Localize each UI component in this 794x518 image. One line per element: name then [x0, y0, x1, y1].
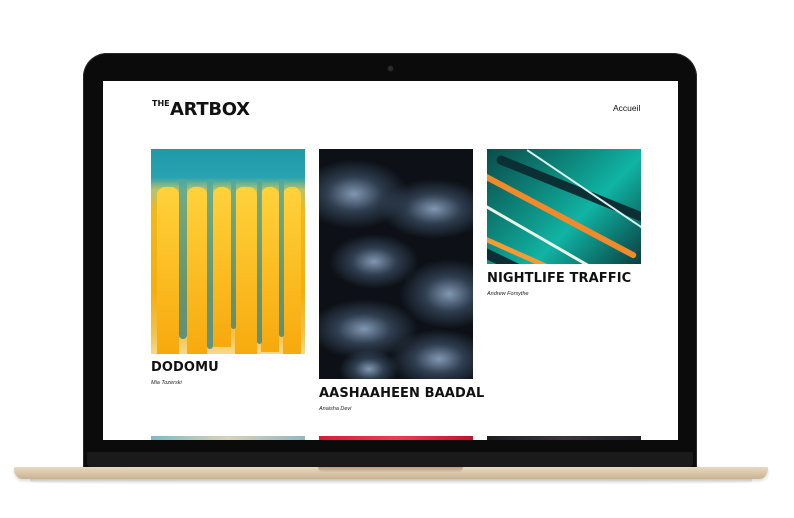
artwork-image-nightlife-traffic[interactable]	[487, 149, 641, 264]
artwork-image-next-3[interactable]	[487, 436, 641, 440]
laptop-shadow	[30, 479, 752, 485]
laptop-screen: THE ARTBOX Accueil DODOMU Mia Tozerski A…	[103, 81, 678, 440]
artwork-image-next-1[interactable]	[151, 436, 305, 440]
artwork-artist: Mia Tozerski	[151, 380, 182, 386]
nav-link-home[interactable]: Accueil	[613, 103, 640, 113]
artwork-title[interactable]: DODOMU	[151, 360, 219, 375]
webcam-icon	[388, 66, 393, 71]
artwork-image-dodomu[interactable]	[151, 149, 305, 354]
artwork-image-aashaaheen-baadal[interactable]	[319, 149, 473, 379]
artwork-image-next-2[interactable]	[319, 436, 473, 440]
artwork-title[interactable]: NIGHTLIFE TRAFFIC	[487, 271, 631, 286]
artwork-title[interactable]: AASHAAHEEN BAADAL	[319, 386, 484, 401]
logo-name: ARTBOX	[170, 99, 250, 120]
laptop-hinge-notch	[318, 467, 463, 472]
laptop-bezel	[87, 452, 693, 468]
artwork-artist: Anaisha Devi	[319, 406, 352, 412]
artwork-artist: Andrew Forsythe	[487, 291, 529, 297]
logo-prefix: THE	[152, 99, 170, 108]
